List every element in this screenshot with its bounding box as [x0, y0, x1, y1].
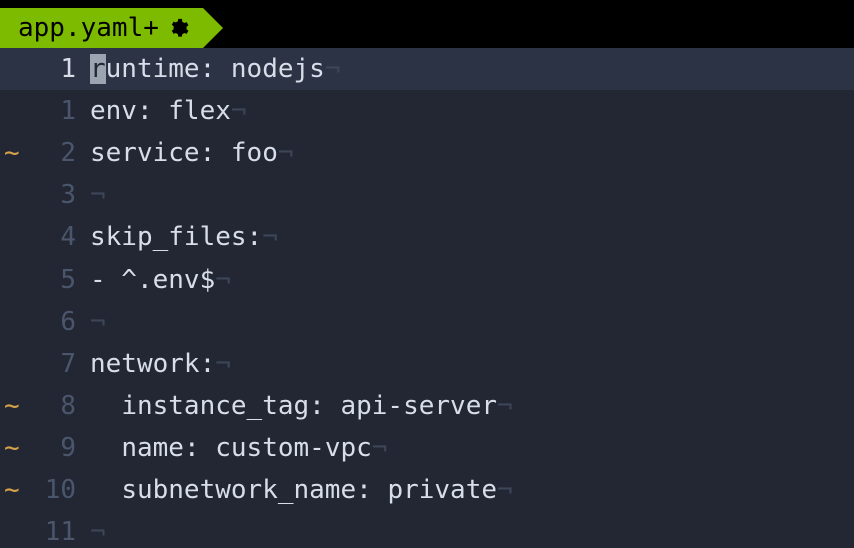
code-line[interactable]: 3¬	[0, 174, 854, 216]
line-number: 7	[28, 343, 90, 385]
line-number: 11	[28, 511, 90, 548]
file-tab-label: app.yaml+	[18, 8, 159, 48]
gear-icon	[167, 17, 189, 39]
code-line[interactable]: 1env: flex¬	[0, 90, 854, 132]
code-line[interactable]: 11¬	[0, 511, 854, 548]
code-editor[interactable]: 1runtime: nodejs¬1env: flex¬~2service: f…	[0, 48, 854, 548]
code-content: ¬	[90, 511, 106, 548]
code-content: subnetwork_name: private¬	[90, 469, 513, 511]
code-line[interactable]: 5- ^.env$¬	[0, 259, 854, 301]
line-number: 9	[28, 427, 90, 469]
gutter-sign: ~	[0, 132, 28, 174]
code-line[interactable]: 7network:¬	[0, 343, 854, 385]
file-tab[interactable]: app.yaml+	[0, 8, 203, 48]
window-topbar	[0, 0, 854, 8]
code-content: network:¬	[90, 343, 231, 385]
line-number: 5	[28, 259, 90, 301]
code-line[interactable]: ~9 name: custom-vpc¬	[0, 427, 854, 469]
code-line[interactable]: 1runtime: nodejs¬	[0, 48, 854, 90]
code-line[interactable]: ~2service: foo¬	[0, 132, 854, 174]
line-number: 1	[28, 48, 90, 90]
code-content: skip_files:¬	[90, 216, 278, 258]
line-number: 3	[28, 174, 90, 216]
code-content: ¬	[90, 174, 106, 216]
code-content: service: foo¬	[90, 132, 294, 174]
line-number: 1	[28, 90, 90, 132]
code-content: name: custom-vpc¬	[90, 427, 387, 469]
line-number: 4	[28, 216, 90, 258]
line-number: 6	[28, 301, 90, 343]
code-content: instance_tag: api-server¬	[90, 385, 513, 427]
code-line[interactable]: 6¬	[0, 301, 854, 343]
gutter-sign: ~	[0, 469, 28, 511]
gutter-sign: ~	[0, 427, 28, 469]
code-content: env: flex¬	[90, 90, 247, 132]
code-line[interactable]: ~10 subnetwork_name: private¬	[0, 469, 854, 511]
line-number: 8	[28, 385, 90, 427]
code-line[interactable]: 4skip_files:¬	[0, 216, 854, 258]
code-content: ¬	[90, 301, 106, 343]
line-number: 2	[28, 132, 90, 174]
code-content: runtime: nodejs¬	[90, 48, 340, 90]
gutter-sign: ~	[0, 385, 28, 427]
code-line[interactable]: ~8 instance_tag: api-server¬	[0, 385, 854, 427]
tab-bar: app.yaml+	[0, 8, 854, 48]
code-content: - ^.env$¬	[90, 259, 231, 301]
line-number: 10	[28, 469, 90, 511]
cursor: r	[90, 54, 106, 84]
